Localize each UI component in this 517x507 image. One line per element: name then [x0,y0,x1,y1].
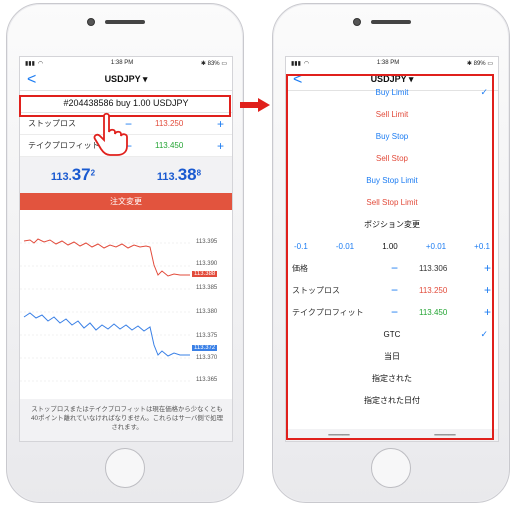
wifi-icon: ◠ [37,60,44,67]
bid-price: 113.372 [50,165,96,184]
symbol-title[interactable]: USDJPY ▾ [105,74,148,85]
signal-icon: ▮▮▮ [25,60,35,67]
battery-percent: 89% [473,60,486,67]
status-bar: ▮▮▮ ◠ 1:38 PM ✱ 83% ▭ [20,57,232,69]
nav-bar: < USDJPY ▾ [20,69,232,91]
footnote-text: ストップロスまたはテイクプロフィットは現在価格から少なくとも40ポイント離れてい… [20,399,232,441]
modify-order-button[interactable]: 注文変更 [20,193,232,210]
battery-icon: ▭ [221,60,227,67]
chart-label: 113.375 [196,333,218,339]
take-profit-plus-button[interactable]: + [217,139,224,153]
stop-loss-plus-button[interactable]: + [217,117,224,131]
hand-pointer-icon [93,112,128,156]
signal-icon: ▮▮▮ [291,60,301,67]
arrow-right-icon [240,98,270,112]
chart-label: 113.365 [196,377,218,383]
home-button[interactable] [371,448,411,488]
ask-price: 113.388 [156,165,202,184]
left-phone-frame: ▮▮▮ ◠ 1:38 PM ✱ 83% ▭ < USDJPY ▾ #2044385… [6,3,244,503]
order-settings-highlight [286,74,494,440]
chart-label: 113.380 [196,309,218,315]
chart-label: 113.395 [196,239,218,245]
speaker-grille [105,20,145,24]
back-chevron-icon[interactable]: < [27,71,36,89]
bluetooth-icon: ✱ [200,60,206,67]
status-time: 1:38 PM [110,60,134,66]
wifi-icon: ◠ [303,60,310,67]
chart-label: 113.385 [196,285,218,291]
speaker-grille [371,20,411,24]
take-profit-value[interactable]: 113.450 [155,141,183,150]
status-bar: ▮▮▮ ◠ 1:38 PM ✱ 89% ▭ [286,57,498,69]
take-profit-label: テイクプロフィット [28,141,100,150]
home-button[interactable] [105,448,145,488]
status-time: 1:38 PM [376,60,400,66]
chart-label: 113.370 [196,355,218,361]
battery-icon: ▭ [487,60,493,67]
quote-panel: 113.372 113.388 [20,157,232,193]
tick-chart [20,238,190,382]
chart-label: 113.390 [196,261,218,267]
stop-loss-value[interactable]: 113.250 [155,119,183,128]
camera-icon [353,18,361,26]
current-price-marker: 113.372 [192,345,218,351]
bluetooth-icon: ✱ [466,60,472,67]
current-price-marker: 113.388 [192,271,218,277]
battery-percent: 83% [207,60,220,67]
camera-icon [87,18,95,26]
stop-loss-label: ストップロス [28,119,76,128]
